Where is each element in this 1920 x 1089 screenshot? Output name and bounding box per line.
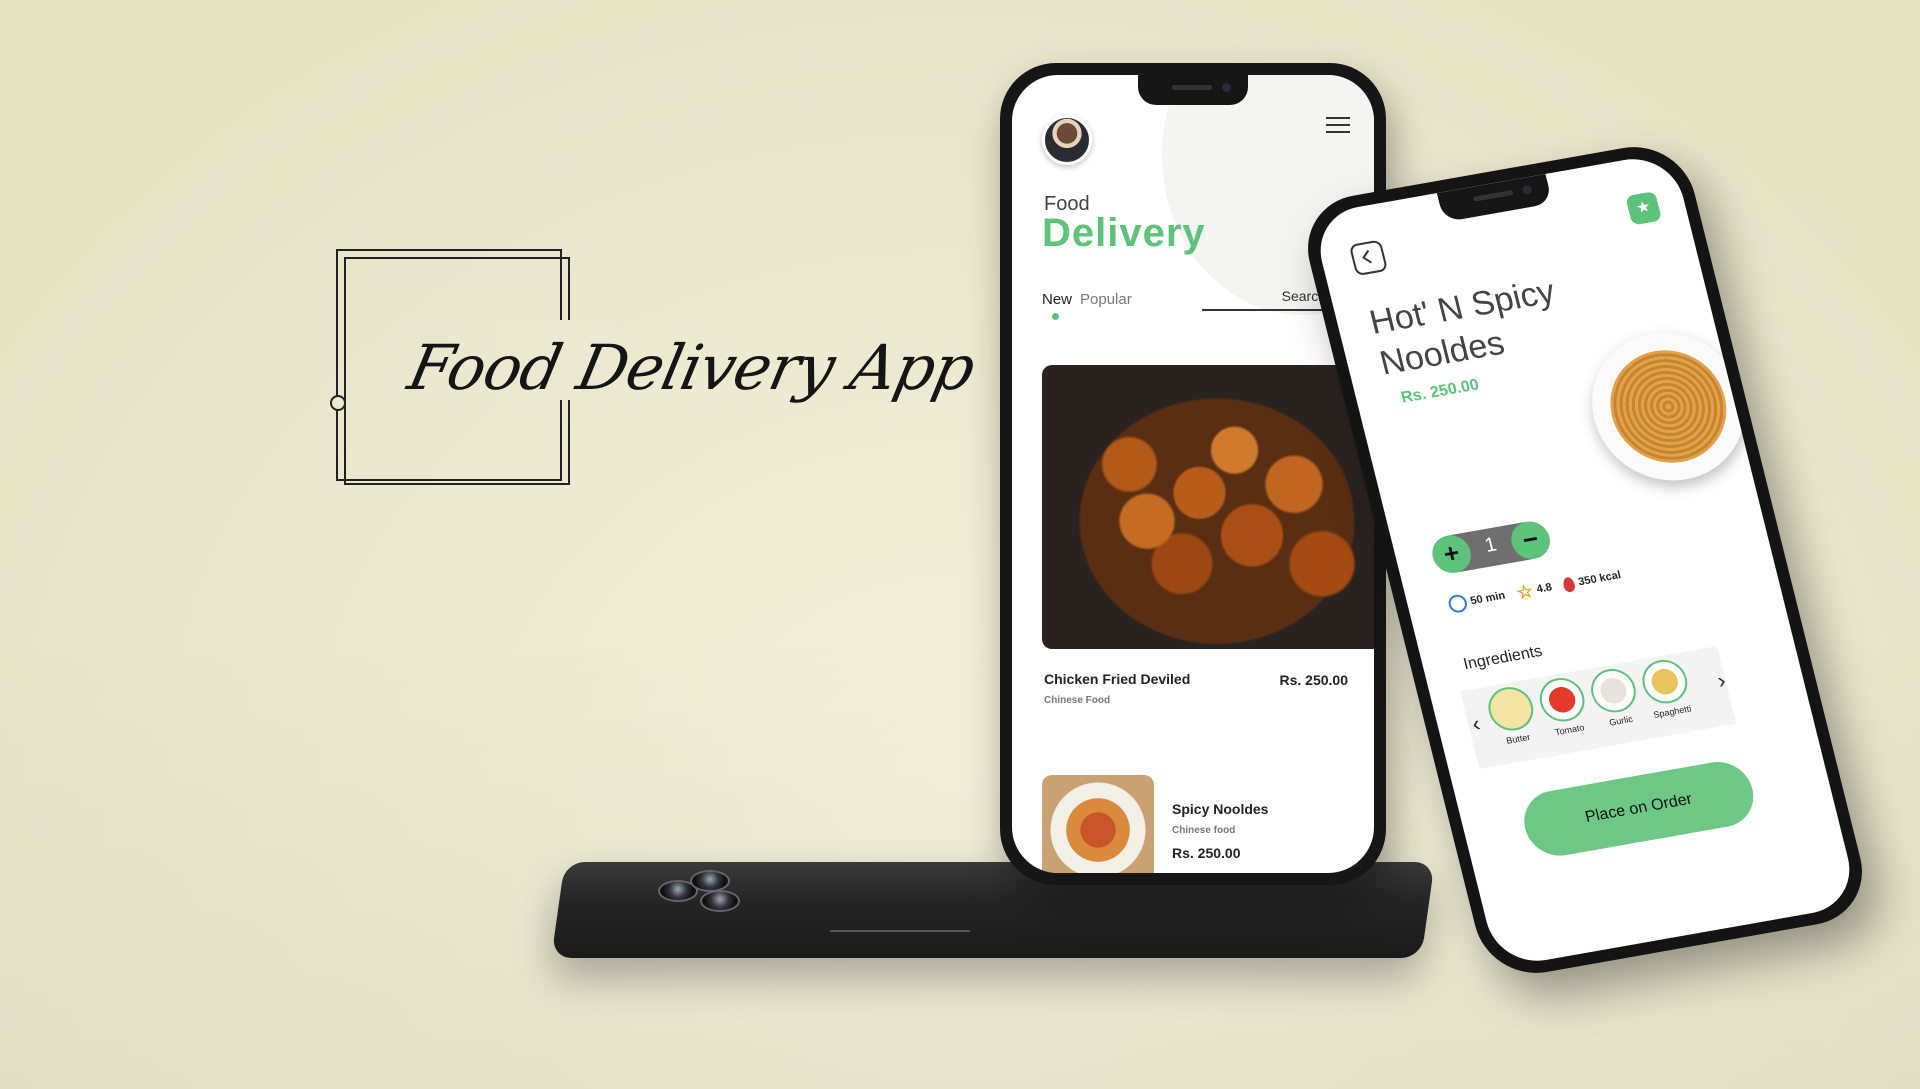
ingredient-item[interactable]: Butter	[1483, 683, 1542, 747]
page-title: Delivery	[1042, 211, 1206, 255]
back-button[interactable]	[1348, 239, 1389, 277]
quantity-stepper: + 1 −	[1428, 518, 1554, 576]
calories-stat: 350 kcal	[1561, 566, 1623, 594]
product-image	[1576, 320, 1761, 493]
item-category: Chinese food	[1172, 825, 1236, 836]
phone-notch	[1436, 173, 1553, 223]
item-price: Rs. 250.00	[1172, 845, 1241, 861]
food-image-noodles[interactable]	[1042, 775, 1154, 873]
logo: Food Delivery App	[330, 245, 981, 485]
tab-new[interactable]: New	[1042, 291, 1072, 308]
place-order-button[interactable]: Place on Order	[1517, 756, 1761, 861]
tomato-icon	[1535, 674, 1590, 725]
phone-notch	[1138, 75, 1248, 105]
ingredients-title: Ingredients	[1461, 642, 1545, 674]
favorite-button[interactable]: ★	[1625, 191, 1663, 226]
food-image-chicken[interactable]	[1042, 365, 1374, 649]
home-phone: Food Delivery New Popular Search Chicken…	[1000, 63, 1386, 885]
chevron-left-icon[interactable]: ‹	[1469, 711, 1483, 738]
product-stats: 50 min ☆ 4.8 350 kcal	[1446, 566, 1623, 615]
hamburger-menu-icon[interactable]	[1326, 117, 1350, 135]
rating-stat: ☆ 4.8	[1514, 580, 1554, 603]
ingredient-item[interactable]: Tomato	[1534, 674, 1593, 738]
clock-icon	[1446, 593, 1469, 615]
home-screen: Food Delivery New Popular Search Chicken…	[1012, 75, 1374, 873]
item-name[interactable]: Spicy Nooldes	[1172, 801, 1268, 817]
item-name[interactable]: Chicken Fried Deviled	[1044, 671, 1190, 687]
chevron-right-icon[interactable]: ›	[1715, 668, 1729, 695]
star-icon: ★	[1634, 198, 1653, 218]
active-tab-indicator	[1052, 313, 1059, 320]
garlic-icon	[1586, 665, 1641, 716]
product-title: Hot' N Spicy Nooldes	[1365, 272, 1559, 383]
decrease-button[interactable]: −	[1507, 518, 1554, 562]
star-icon: ☆	[1514, 580, 1536, 603]
quantity-value: 1	[1482, 533, 1499, 557]
product-price: Rs. 250.00	[1399, 376, 1481, 407]
increase-button[interactable]: +	[1428, 532, 1475, 576]
ingredient-item[interactable]: Spaghetti	[1637, 656, 1696, 720]
camera-lens	[700, 890, 740, 912]
ingredient-item[interactable]: Gurlic	[1585, 665, 1644, 729]
spaghetti-icon	[1637, 656, 1692, 707]
user-avatar[interactable]	[1042, 115, 1092, 165]
time-stat: 50 min	[1446, 587, 1507, 615]
flame-icon	[1561, 575, 1577, 593]
logo-text: Food Delivery App	[402, 331, 981, 404]
butter-icon	[1483, 683, 1538, 734]
item-category: Chinese Food	[1044, 695, 1111, 706]
flat-phone-seam	[830, 930, 970, 932]
item-price: Rs. 250.00	[1279, 672, 1349, 688]
logo-dot	[330, 395, 346, 411]
camera-lens	[690, 870, 730, 892]
tab-popular[interactable]: Popular	[1080, 291, 1132, 308]
